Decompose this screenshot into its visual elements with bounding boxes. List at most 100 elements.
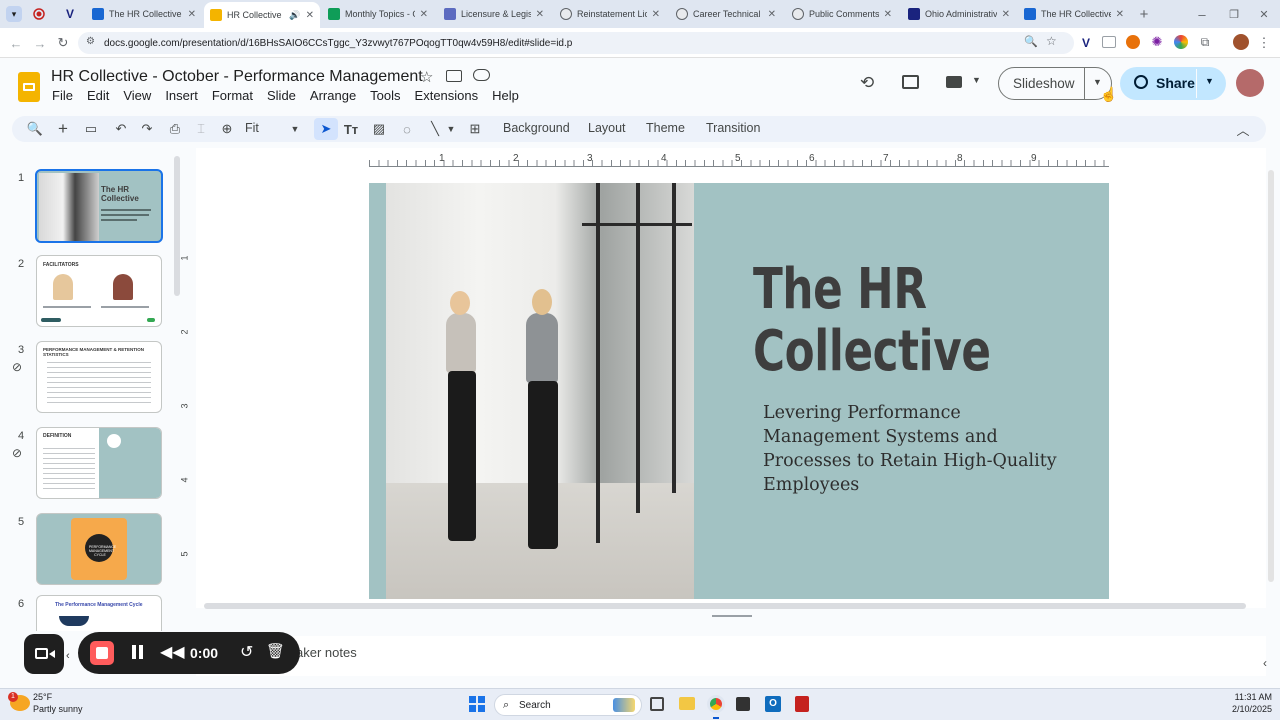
slides-logo-icon[interactable]	[18, 72, 40, 102]
canvas-vertical-scrollbar[interactable]	[1268, 170, 1274, 582]
new-slide-layout-icon[interactable]: ▭	[82, 120, 100, 138]
undo-icon[interactable]: ↶	[112, 120, 130, 138]
side-panel-expand-icon[interactable]: ‹	[1263, 656, 1267, 670]
transition-button[interactable]: Transition	[706, 121, 760, 135]
collapse-menus-chevron-icon[interactable]: ︿	[1234, 120, 1252, 138]
move-folder-icon[interactable]	[446, 70, 462, 82]
slide-title[interactable]: The HR Collective	[753, 259, 1003, 383]
slide-thumbnail-5[interactable]: PERFORMANCE MANAGEMENT CYCLE	[36, 513, 162, 585]
bookmark-star-icon[interactable]: ☆	[1046, 34, 1057, 48]
print-icon[interactable]: ⎙	[166, 120, 184, 138]
outlook-icon[interactable]: O	[765, 696, 781, 712]
share-button[interactable]: Share	[1156, 75, 1195, 91]
share-dropdown-icon[interactable]: ▼	[1205, 76, 1214, 86]
filmstrip-scrollbar[interactable]	[174, 156, 180, 296]
vertical-ruler[interactable]: 1 2 3 4 5	[180, 183, 194, 599]
notes-resize-handle[interactable]	[712, 615, 752, 617]
slide-thumbnail-2[interactable]: FACILITATORS	[36, 255, 162, 327]
extension-gear-icon[interactable]: ✺	[1150, 34, 1164, 49]
select-pointer-icon[interactable]: ➤	[314, 118, 338, 140]
menu-slide[interactable]: Slide	[267, 88, 296, 103]
recorder-camera-button[interactable]	[24, 634, 64, 674]
account-avatar[interactable]	[1236, 69, 1264, 97]
extension-orange-icon[interactable]	[1126, 35, 1140, 49]
slideshow-button[interactable]: Slideshow	[1013, 76, 1075, 91]
tab-licensure-legislation[interactable]: Licensure & Legisla ✕	[438, 3, 550, 25]
zoom-dropdown-icon[interactable]: ▼	[288, 120, 302, 138]
extension-chrome-color-icon[interactable]	[1174, 35, 1188, 49]
weather-desc[interactable]: Partly sunny	[33, 704, 83, 714]
recorder-collapse-icon[interactable]: ‹	[66, 650, 70, 662]
close-tab-icon[interactable]: ✕	[306, 10, 314, 21]
slide-thumbnail-3[interactable]: PERFORMANCE MANAGEMENT & RETENTION STATI…	[36, 341, 162, 413]
recording-icon[interactable]	[32, 7, 46, 21]
slide-thumbnail-1[interactable]: The HR Collective	[35, 169, 163, 243]
audio-playing-icon[interactable]: 🔊	[289, 10, 300, 21]
menu-format[interactable]: Format	[212, 88, 253, 103]
shape-icon[interactable]: ◌	[398, 120, 416, 138]
close-tab-icon[interactable]: ✕	[188, 9, 196, 20]
back-icon[interactable]: ←	[8, 35, 24, 51]
clock-date[interactable]: 2/10/2025	[1226, 704, 1272, 714]
speaker-notes-placeholder[interactable]: aker notes	[296, 645, 357, 660]
zoom-select[interactable]: Fit	[245, 121, 259, 135]
redo-icon[interactable]: ↷	[138, 120, 156, 138]
menu-view[interactable]: View	[123, 88, 151, 103]
menu-tools[interactable]: Tools	[370, 88, 400, 103]
current-slide[interactable]: The HR Collective Levering Performance M…	[369, 183, 1109, 599]
close-tab-icon[interactable]: ✕	[768, 9, 776, 20]
close-tab-icon[interactable]: ✕	[884, 9, 892, 20]
close-tab-icon[interactable]: ✕	[1002, 9, 1010, 20]
zoom-icon[interactable]: 🔍	[1024, 35, 1038, 48]
tab-ohio-administrative[interactable]: Ohio Administrativ ✕	[902, 3, 1016, 25]
meet-video-icon[interactable]	[946, 76, 962, 88]
layout-button[interactable]: Layout	[588, 121, 626, 135]
task-view-icon[interactable]	[650, 697, 664, 711]
chrome-menu-icon[interactable]: ⋮	[1258, 35, 1271, 51]
document-title[interactable]: HR Collective - October - Performance Ma…	[51, 68, 423, 86]
taskbar-search-box[interactable]: ⌕ Search	[494, 694, 642, 716]
pinned-v-tab-icon[interactable]: V	[62, 6, 78, 22]
office-photo[interactable]	[386, 183, 694, 599]
speaker-notes-panel[interactable]: aker notes	[196, 636, 1266, 676]
line-icon[interactable]: ╲	[426, 120, 444, 138]
slide-subtitle[interactable]: Levering Performance Management Systems …	[763, 401, 1063, 497]
maximize-icon[interactable]: ❐	[1226, 6, 1242, 22]
pause-icon[interactable]	[132, 645, 136, 659]
new-slide-plus-icon[interactable]: +	[54, 119, 72, 138]
capture-app-icon[interactable]	[736, 697, 750, 711]
paint-format-icon[interactable]: ⌶	[192, 120, 210, 138]
slide-thumbnail-4[interactable]: DEFINITION	[36, 427, 162, 499]
zoom-icon[interactable]: ⊕	[218, 120, 236, 138]
tab-public-comments[interactable]: Public Comments - ✕	[786, 3, 898, 25]
forward-icon[interactable]: →	[32, 35, 48, 51]
search-menus-icon[interactable]: 🔍	[26, 120, 44, 138]
menu-edit[interactable]: Edit	[87, 88, 109, 103]
insert-image-icon[interactable]: ▨	[370, 120, 388, 138]
close-tab-icon[interactable]: ✕	[536, 9, 544, 20]
file-explorer-icon[interactable]	[679, 697, 695, 710]
minimize-icon[interactable]: –	[1194, 6, 1210, 22]
text-box-icon[interactable]: Tт	[342, 120, 360, 138]
close-window-icon[interactable]: ✕	[1256, 6, 1272, 22]
tab-monthly-topics[interactable]: Monthly Topics - G ✕	[322, 3, 434, 25]
background-button[interactable]: Background	[503, 121, 570, 135]
restart-icon[interactable]: ↺	[240, 642, 253, 662]
chrome-taskbar-icon[interactable]	[707, 695, 725, 713]
line-dropdown-icon[interactable]: ▼	[446, 120, 456, 138]
extension-v-icon[interactable]: V	[1078, 35, 1094, 51]
extensions-puzzle-icon[interactable]: ⧉	[1198, 35, 1212, 49]
clock-time[interactable]: 11:31 AM	[1226, 692, 1272, 702]
comments-icon[interactable]	[902, 75, 919, 89]
menu-help[interactable]: Help	[492, 88, 519, 103]
linked-object-icon[interactable]: ⊘	[12, 360, 22, 374]
close-tab-icon[interactable]: ✕	[1116, 9, 1124, 20]
slide-thumbnail-6[interactable]: The Performance Management Cycle	[36, 595, 162, 631]
star-icon[interactable]: ☆	[420, 68, 433, 86]
canvas-horizontal-scrollbar[interactable]	[204, 603, 1246, 609]
reload-icon[interactable]: ↻	[55, 35, 71, 51]
extension-card-icon[interactable]	[1102, 36, 1116, 48]
windows-start-icon[interactable]	[469, 696, 485, 712]
close-tab-icon[interactable]: ✕	[420, 9, 428, 20]
meet-dropdown-icon[interactable]: ▼	[972, 75, 981, 85]
